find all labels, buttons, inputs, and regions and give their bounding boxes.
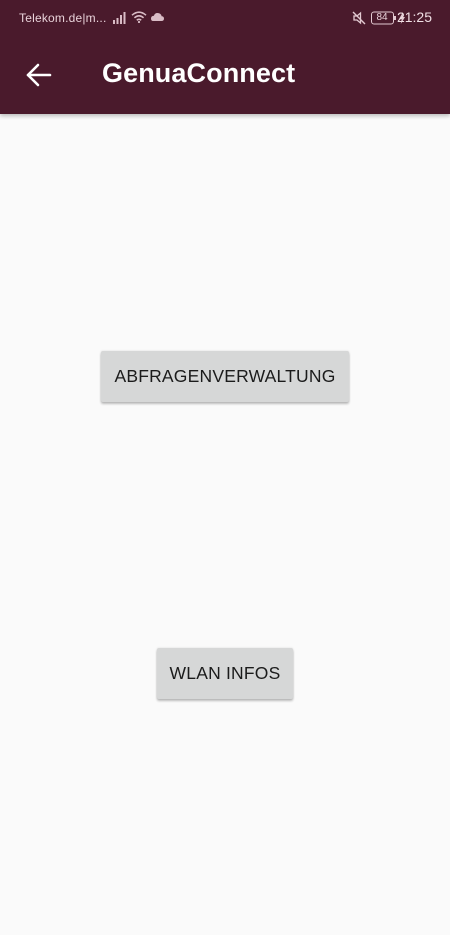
back-button[interactable] [16, 52, 62, 98]
abfragenverwaltung-button[interactable]: ABFRAGENVERWALTUNG [101, 351, 349, 402]
app-title: GenuaConnect [102, 58, 296, 88]
signal-icon [113, 12, 126, 24]
cloud-icon [151, 13, 164, 21]
top-bar: Telekom.de|m... 84 21:25 GenuaConnect [0, 0, 450, 114]
wifi-icon [131, 11, 147, 23]
wlan-infos-button[interactable]: WLAN INFOS [157, 648, 293, 699]
app-bar: GenuaConnect [0, 36, 450, 114]
carrier-label: Telekom.de|m... [19, 11, 107, 25]
arrow-left-icon [26, 63, 52, 87]
mute-icon [352, 11, 366, 25]
status-bar: Telekom.de|m... 84 21:25 [0, 0, 450, 36]
clock: 21:25 [396, 9, 432, 25]
battery-icon: 84 [371, 11, 397, 25]
battery-percent: 84 [376, 12, 388, 23]
